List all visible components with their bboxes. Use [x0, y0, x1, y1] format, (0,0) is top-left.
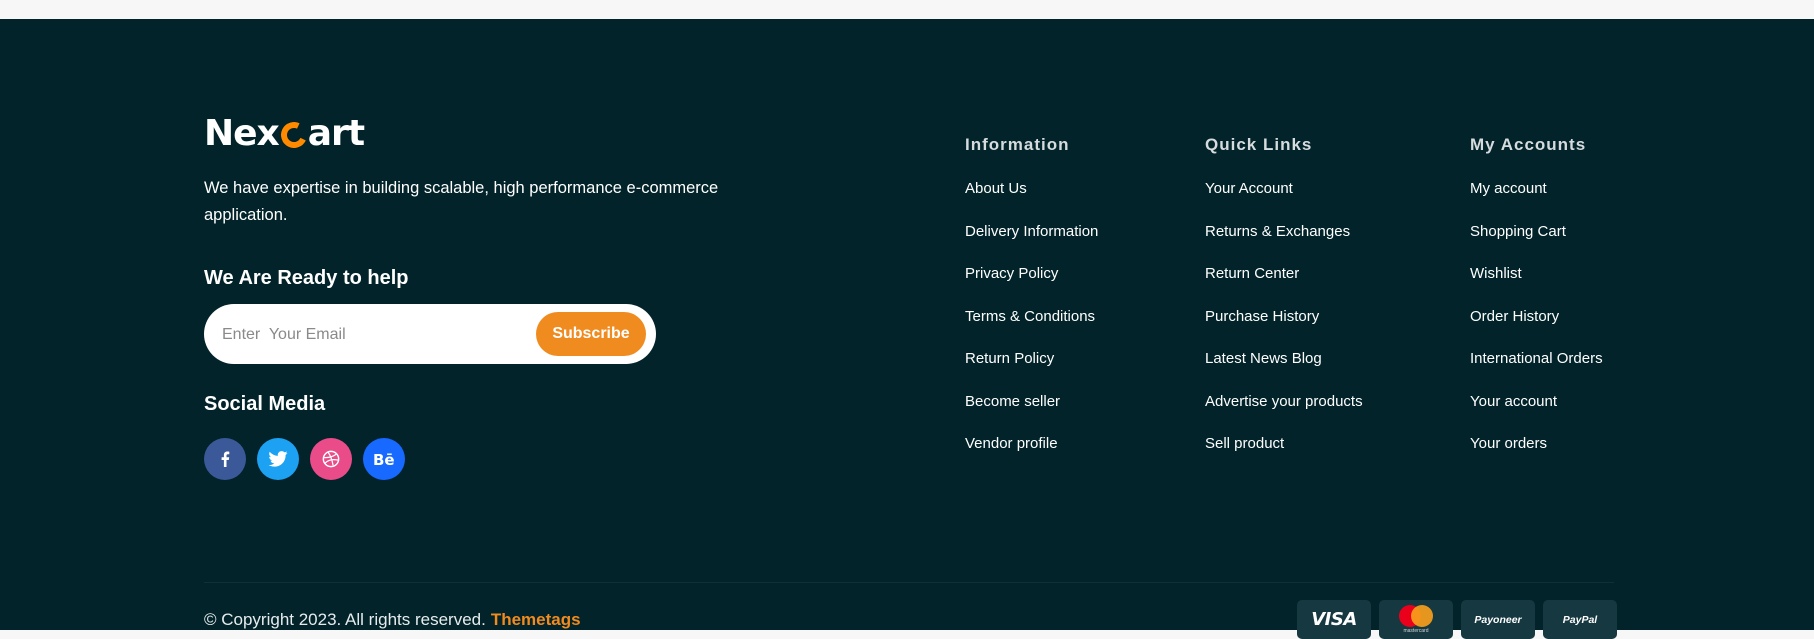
footer-link[interactable]: My account — [1470, 180, 1547, 197]
visa-icon: VISA — [1297, 600, 1371, 639]
column-title: Quick Links — [1205, 135, 1313, 154]
footer-link[interactable]: Your account — [1470, 393, 1557, 410]
paypal-icon: PayPal — [1543, 600, 1617, 639]
footer-link[interactable]: International Orders — [1470, 350, 1603, 367]
footer-link[interactable]: Terms & Conditions — [965, 308, 1095, 325]
mastercard-label: mastercard — [1403, 628, 1429, 634]
footer-link[interactable]: Become seller — [965, 393, 1060, 410]
logo-cart-c-icon — [277, 118, 311, 152]
site-footer: Nex art We have expertise in building sc… — [0, 19, 1814, 639]
page-top-strip — [0, 0, 1814, 19]
payment-methods: VISA mastercard Payoneer PayPal — [1297, 600, 1617, 639]
footer-link[interactable]: About Us — [965, 180, 1027, 197]
footer-column-my-accounts: My Accounts My account Shopping Cart Wis… — [1470, 134, 1603, 476]
footer-column-quick-links: Quick Links Your Account Returns & Excha… — [1205, 134, 1363, 476]
footer-column-information: Information About Us Delivery Informatio… — [965, 134, 1098, 476]
behance-icon[interactable]: Bē — [363, 438, 405, 480]
footer-link[interactable]: Latest News Blog — [1205, 350, 1322, 367]
footer-link[interactable]: Advertise your products — [1205, 393, 1363, 410]
column-title: My Accounts — [1470, 135, 1587, 154]
about-text: We have expertise in building scalable, … — [204, 179, 719, 224]
footer-link[interactable]: Shopping Cart — [1470, 223, 1566, 240]
social-media-heading: Social Media — [204, 393, 326, 415]
svg-text:Bē: Bē — [373, 451, 395, 467]
footer-link[interactable]: Return Policy — [965, 350, 1054, 367]
footer-link[interactable]: Vendor profile — [965, 435, 1058, 452]
visa-label: VISA — [1311, 609, 1357, 630]
footer-link[interactable]: Privacy Policy — [965, 265, 1058, 282]
dribbble-icon[interactable] — [310, 438, 352, 480]
twitter-icon[interactable] — [257, 438, 299, 480]
footer-link[interactable]: Purchase History — [1205, 308, 1319, 325]
brand-logo[interactable]: Nex art — [204, 112, 365, 154]
copyright: © Copyright 2023. All rights reserved. Th… — [204, 610, 581, 630]
footer-link[interactable]: Return Center — [1205, 265, 1299, 282]
footer-link[interactable]: Order History — [1470, 308, 1559, 325]
mastercard-icon: mastercard — [1379, 600, 1453, 639]
social-links: Bē — [204, 438, 405, 480]
payoneer-icon: Payoneer — [1461, 600, 1535, 639]
facebook-icon[interactable] — [204, 438, 246, 480]
footer-link[interactable]: Wishlist — [1470, 265, 1522, 282]
footer-link[interactable]: Delivery Information — [965, 223, 1098, 240]
payoneer-label: Payoneer — [1474, 613, 1522, 626]
themetags-link[interactable]: Themetags — [491, 610, 581, 629]
footer-link[interactable]: Your orders — [1470, 435, 1547, 452]
newsletter-heading: We Are Ready to help — [204, 267, 409, 289]
paypal-label: PayPal — [1562, 613, 1598, 626]
column-title: Information — [965, 135, 1070, 154]
email-input[interactable] — [220, 314, 524, 356]
newsletter-form: Subscribe — [204, 304, 656, 364]
footer-link[interactable]: Sell product — [1205, 435, 1284, 452]
logo-text-suffix: art — [307, 112, 365, 154]
footer-divider — [204, 582, 1614, 583]
footer-link[interactable]: Returns & Exchanges — [1205, 223, 1350, 240]
logo-text-prefix: Nex — [204, 112, 280, 154]
copyright-text: © Copyright 2023. All rights reserved. — [204, 610, 486, 629]
footer-link[interactable]: Your Account — [1205, 180, 1293, 197]
subscribe-button[interactable]: Subscribe — [536, 312, 646, 356]
